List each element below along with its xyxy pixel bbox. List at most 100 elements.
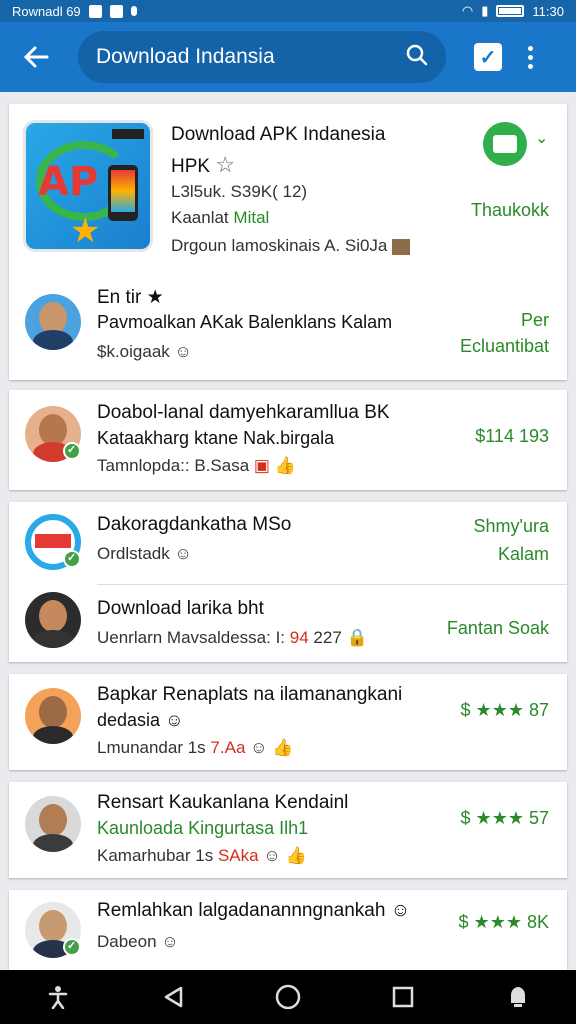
review-meta-text: Ordlstadk xyxy=(97,544,170,563)
review-card[interactable]: Doabol-lanal damyehkaramllua BK Kataakha… xyxy=(9,390,567,490)
app-bar: Download Indansia ✓ xyxy=(0,22,576,92)
review-meta: Lmunandar 1s 7.Aa ☺ 👍 xyxy=(97,738,293,758)
avatar[interactable] xyxy=(25,294,81,350)
app-title-2: HPK xyxy=(171,156,211,177)
chat-icon[interactable] xyxy=(483,122,527,166)
accessibility-icon[interactable] xyxy=(38,977,78,1017)
review-rating: $ ★★★ 8K xyxy=(458,912,549,932)
thumbs-up-icon[interactable]: 👍 xyxy=(275,456,296,475)
review-right-2: Ecluantibat xyxy=(459,336,549,356)
review-meta-text: Tamnlopda:: B.Sasa xyxy=(97,456,250,475)
review-rating: $ ★★★ 87 xyxy=(460,700,549,720)
status-time: 11:30 xyxy=(532,3,564,19)
review-meta: Kamarhubar 1s SAka ☺ 👍 xyxy=(97,846,307,866)
verified-badge-icon xyxy=(63,442,81,460)
search-box[interactable]: Download Indansia xyxy=(78,31,446,83)
home-circle-icon[interactable] xyxy=(268,977,308,1017)
review-rating: $ ★★★ 57 xyxy=(460,808,549,828)
app-category-prefix: Kaanlat xyxy=(171,208,229,227)
review-meta: Tamnlopda:: B.Sasa ▣ 👍 xyxy=(97,456,296,476)
status-left-text: Rownadl 69 xyxy=(12,3,81,19)
review-right-1: Shmy'ura xyxy=(473,516,549,536)
assistant-icon[interactable] xyxy=(498,977,538,1017)
review-name: Bapkar Renaplats na ilamanangkani xyxy=(97,684,403,705)
battery-icon xyxy=(496,5,525,17)
star-badge-icon: ★ xyxy=(70,212,101,250)
review-meta-red: 94 xyxy=(289,628,309,647)
review-text: Kataakharg ktane Nak.birgala xyxy=(97,428,335,448)
emoji-icon: ☺ xyxy=(174,342,192,361)
review-card[interactable]: Rensart Kaukanlana Kendainl Kaunloada Ki… xyxy=(9,782,567,878)
notification-icon-2 xyxy=(109,4,123,18)
review-price: $114 193 xyxy=(475,426,549,446)
app-category-line: Kaanlat Mital xyxy=(171,208,269,228)
review-name: Download larika bht xyxy=(97,598,264,619)
verified-badge-icon xyxy=(63,938,81,956)
lock-icon: 🔒 xyxy=(346,628,368,647)
emoji-icon: ☺ xyxy=(161,932,179,951)
back-triangle-icon[interactable] xyxy=(153,977,193,1017)
review-name: Dakoragdankatha MSo xyxy=(97,514,292,535)
app-category: Mital xyxy=(233,208,270,227)
back-arrow-icon[interactable] xyxy=(14,35,58,79)
review-meta-red: 7.Aa xyxy=(210,738,246,757)
wifi-icon: ◠ xyxy=(461,3,474,18)
review-name-line: En tir ★ xyxy=(97,286,164,309)
review-text-line: dedasia ☺ xyxy=(97,710,183,731)
review-card[interactable]: Bapkar Renaplats na ilamanangkani dedasi… xyxy=(9,674,567,770)
emoji-icon: ☺ xyxy=(263,846,281,865)
checkbox-icon[interactable]: ✓ xyxy=(474,43,502,71)
developer-avatar-icon xyxy=(392,238,411,255)
location-icon xyxy=(130,6,137,16)
avatar[interactable] xyxy=(25,688,81,744)
review-card[interactable]: Dakoragdankatha MSo Ordlstadk ☺ Shmy'ura… xyxy=(9,502,567,662)
review-card[interactable]: Remlahkan lalgadanannngnankah ☺ Dabeon ☺… xyxy=(9,890,567,970)
thumbs-up-icon[interactable]: 👍 xyxy=(285,846,306,865)
favorite-star-icon[interactable]: ☆ xyxy=(215,152,235,177)
search-query: Download Indansia xyxy=(96,45,275,68)
review-text: Pavmoalkan AKak Balenklans Kalam xyxy=(97,312,393,332)
thumbs-up-icon[interactable]: 👍 xyxy=(272,738,293,757)
more-options-icon[interactable] xyxy=(526,45,534,69)
app-developer: Drgoun lamoskinais A. Si0Ja xyxy=(171,236,388,255)
review-meta: Uenrlarn Mavsaldessa: I: 94 227 🔒 xyxy=(97,628,368,648)
review-name: Rensart Kaukanlana Kendainl xyxy=(97,792,349,813)
review-right-1: Per xyxy=(520,310,549,330)
avatar[interactable] xyxy=(25,796,81,852)
review-text: dedasia xyxy=(97,710,161,730)
search-icon[interactable] xyxy=(406,44,428,71)
emoji-icon: ☺ xyxy=(250,738,268,757)
review-meta-tail: 227 xyxy=(313,628,342,647)
verified-badge-icon xyxy=(63,550,81,568)
emoji-icon: ☺ xyxy=(174,544,192,563)
review-name: En tir xyxy=(97,287,142,308)
status-bar: Rownadl 69 ◠ ▮ 11:30 xyxy=(0,0,576,22)
divider xyxy=(97,584,567,585)
app-card: AP ★ Download APK Indanesia HPK ☆ L3l5uk… xyxy=(9,104,567,380)
review-meta-text: $k.oigaak xyxy=(97,342,170,361)
review-right-2: Kalam xyxy=(497,544,549,564)
review-meta-text: Kamarhubar 1s xyxy=(97,846,214,865)
star-icon: ★ xyxy=(146,287,164,308)
app-title: Download APK Indanesia xyxy=(171,124,386,145)
review-meta-red: SAka xyxy=(217,846,259,865)
recents-square-icon[interactable] xyxy=(383,977,423,1017)
review-right-1: Fantan Soak xyxy=(446,618,549,638)
phone-icon xyxy=(108,165,138,221)
app-logo-text: AP xyxy=(38,159,99,205)
gift-icon: ▣ xyxy=(253,456,270,475)
chevron-down-icon[interactable]: ⌄ xyxy=(535,128,548,148)
signal-icon: ▮ xyxy=(481,3,489,18)
app-developer-line: Drgoun lamoskinais A. Si0Ja xyxy=(171,236,411,256)
app-right-label[interactable]: Thaukokk xyxy=(471,200,549,221)
review-name: Doabol-lanal damyehkaramllua BK xyxy=(97,402,390,423)
review-meta: $k.oigaak ☺ xyxy=(97,342,192,362)
review-meta: Ordlstadk ☺ xyxy=(97,544,192,564)
app-title-line2: HPK ☆ xyxy=(171,152,235,178)
avatar[interactable] xyxy=(25,592,81,648)
notification-icon xyxy=(88,4,102,18)
review-meta-text: Lmunandar 1s xyxy=(97,738,206,757)
review-name-line: Remlahkan lalgadanannngnankah ☺ xyxy=(97,900,410,922)
review-meta-text: Uenrlarn Mavsaldessa: I: xyxy=(97,628,286,647)
app-logo[interactable]: AP ★ xyxy=(23,120,153,252)
